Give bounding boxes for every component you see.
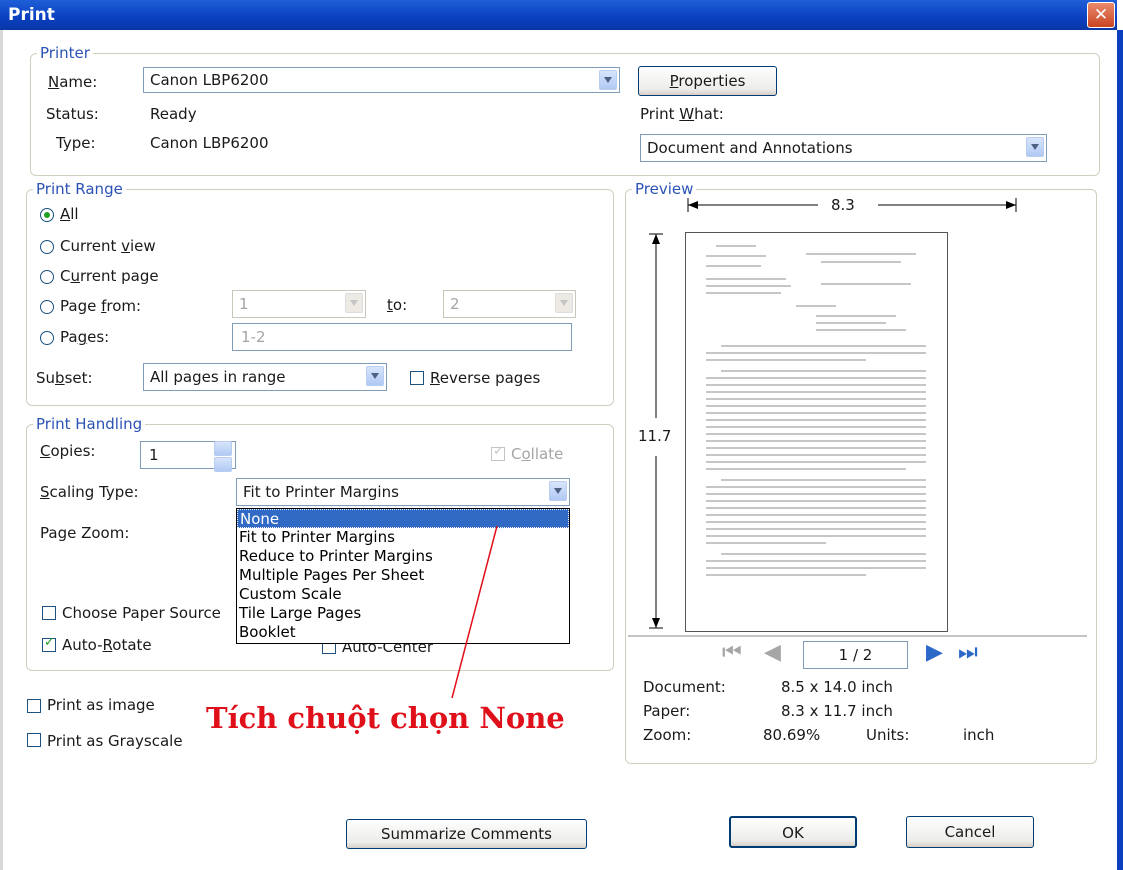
zoom-label: Zoom: (643, 726, 692, 744)
next-page-icon[interactable]: ▶ (926, 640, 943, 665)
preview-dimension-lines (628, 198, 1087, 637)
page-number-input[interactable]: 1 / 2 (803, 641, 908, 669)
cancel-button[interactable]: Cancel (906, 816, 1034, 848)
first-page-icon[interactable]: ⏮ (722, 640, 742, 665)
paper-size-value: 8.3 x 11.7 inch (781, 702, 893, 720)
previous-page-icon[interactable]: ◀ (764, 640, 781, 665)
preview-height-value: 11.7 (638, 427, 672, 445)
ok-button[interactable]: OK (729, 816, 857, 848)
document-size-value: 8.5 x 14.0 inch (781, 678, 893, 696)
units-label: Units: (866, 726, 910, 744)
page-preview (685, 232, 948, 632)
preview-width-value: 8.3 (831, 196, 855, 214)
last-page-icon[interactable]: ⏭ (958, 640, 978, 665)
zoom-value: 80.69% (763, 726, 821, 744)
summarize-comments-button[interactable]: Summarize Comments (346, 819, 587, 849)
paper-size-label: Paper: (643, 702, 691, 720)
units-value: inch (963, 726, 995, 744)
document-size-label: Document: (643, 678, 726, 696)
